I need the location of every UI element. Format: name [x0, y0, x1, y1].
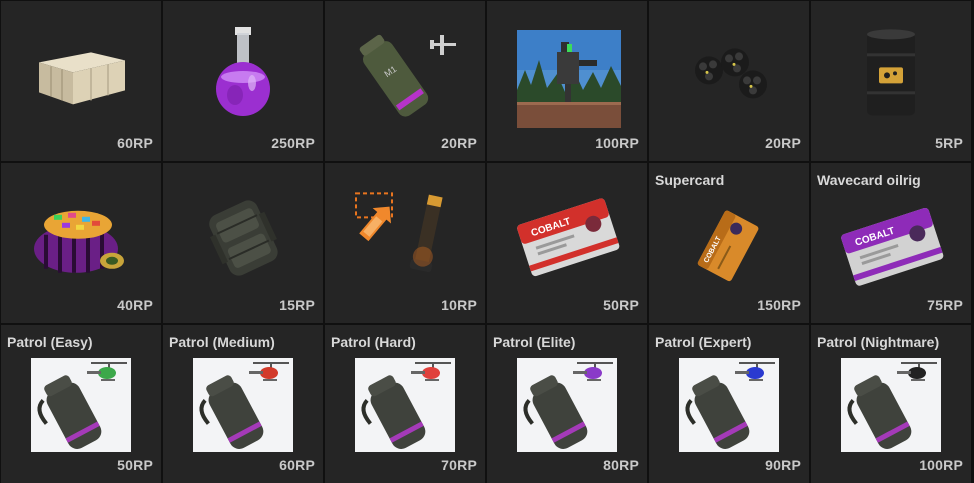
candy-bag-icon — [26, 191, 136, 281]
red-keycard-icon: COBALT — [512, 197, 622, 277]
patrol-medium-icon — [193, 358, 293, 452]
item-price: 80RP — [603, 457, 639, 473]
shop-item-supercard[interactable]: Supercard COBALT 150RP — [649, 163, 809, 323]
item-name: Patrol (Expert) — [655, 334, 752, 350]
shop-item-patrol-nightmare[interactable]: Patrol (Nightmare) 100RP — [811, 325, 971, 483]
item-name: Supercard — [655, 172, 725, 188]
item-price: 70RP — [441, 457, 477, 473]
patrol-easy-icon — [31, 358, 131, 452]
item-price: 20RP — [765, 135, 801, 151]
shop-item-flask[interactable]: 250RP — [163, 1, 323, 161]
berry-clusters-icon — [679, 40, 779, 110]
item-name: Patrol (Elite) — [493, 334, 576, 350]
item-price: 20RP — [441, 135, 477, 151]
shop-item-wavecard-oilrig[interactable]: Wavecard oilrig COBALT 75RP — [811, 163, 971, 323]
shop-item-patrol-expert[interactable]: Patrol (Expert) 90RP — [649, 325, 809, 483]
orange-keycard-icon: COBALT — [694, 204, 764, 288]
shop-item-smoke-grenade[interactable]: M1 20RP — [325, 1, 485, 161]
shop-item-patrol-hard[interactable]: Patrol (Hard) 70RP — [325, 325, 485, 483]
shop-item-backpack[interactable]: 15RP — [163, 163, 323, 323]
shop-item-turret[interactable]: 100RP — [487, 1, 647, 161]
shop-item-patrol-elite[interactable]: Patrol (Elite) 80RP — [487, 325, 647, 483]
crate-icon — [31, 40, 131, 110]
item-name: Patrol (Hard) — [331, 334, 416, 350]
shop-item-barrel[interactable]: 5RP — [811, 1, 971, 161]
item-price: 5RP — [935, 135, 963, 151]
item-price: 90RP — [765, 457, 801, 473]
smoke-grenade-plane-icon: M1 — [350, 23, 460, 123]
item-price: 10RP — [441, 297, 477, 313]
item-price: 100RP — [595, 135, 639, 151]
shop-item-berries[interactable]: 20RP — [649, 1, 809, 161]
shop-item-crate[interactable]: 60RP — [1, 1, 161, 161]
shop-item-candy-bag[interactable]: 40RP — [1, 163, 161, 323]
item-price: 40RP — [117, 297, 153, 313]
item-price: 60RP — [279, 457, 315, 473]
item-name: Wavecard oilrig — [817, 172, 921, 188]
turret-photo-icon — [517, 30, 621, 128]
patrol-hard-icon — [355, 358, 455, 452]
shop-grid: 60RP 250RP M1 20RP 100RP 20RP 5RP 40RP 1… — [0, 0, 974, 483]
item-price: 50RP — [603, 297, 639, 313]
item-price: 250RP — [271, 135, 315, 151]
item-price: 100RP — [919, 457, 963, 473]
item-name: Patrol (Nightmare) — [817, 334, 940, 350]
shop-item-red-keycard[interactable]: COBALT 50RP — [487, 163, 647, 323]
purple-flask-icon — [208, 23, 278, 123]
patrol-expert-icon — [679, 358, 779, 452]
shop-item-marker[interactable]: 10RP — [325, 163, 485, 323]
item-price: 50RP — [117, 457, 153, 473]
item-name: Patrol (Medium) — [169, 334, 275, 350]
patrol-elite-icon — [517, 358, 617, 452]
item-price: 60RP — [117, 135, 153, 151]
backpack-icon — [203, 193, 283, 279]
shop-item-patrol-easy[interactable]: Patrol (Easy) 50RP — [1, 325, 161, 483]
item-price: 150RP — [757, 297, 801, 313]
item-price: 15RP — [279, 297, 315, 313]
purple-keycard-icon: COBALT — [836, 206, 946, 286]
item-price: 75RP — [927, 297, 963, 313]
shop-item-patrol-medium[interactable]: Patrol (Medium) 60RP — [163, 325, 323, 483]
oil-barrel-icon — [861, 25, 921, 121]
item-name: Patrol (Easy) — [7, 334, 93, 350]
marker-flare-icon — [350, 187, 460, 283]
patrol-nightmare-icon — [841, 358, 941, 452]
